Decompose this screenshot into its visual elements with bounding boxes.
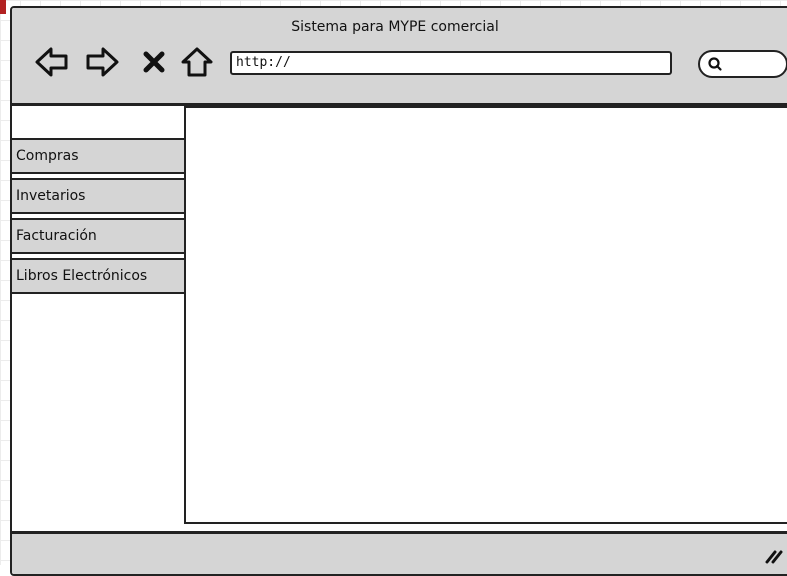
home-button[interactable] <box>180 45 214 79</box>
close-icon <box>143 51 165 73</box>
sidebar-item-compras[interactable]: Compras <box>12 138 184 174</box>
sidebar-item-libros-electronicos[interactable]: Libros Electrónicos <box>12 258 184 294</box>
stop-button[interactable] <box>142 45 166 79</box>
home-icon <box>181 47 213 77</box>
resize-grip-icon[interactable] <box>764 548 784 564</box>
url-field[interactable]: http:// <box>230 51 672 75</box>
window-title: Sistema para MYPE comercial <box>291 19 499 35</box>
main-content-area <box>184 106 787 524</box>
browser-window: Sistema para MYPE comercial http:// Comp… <box>10 6 787 576</box>
arrow-right-icon <box>86 47 119 77</box>
search-field[interactable] <box>698 50 787 78</box>
status-bar <box>12 531 787 574</box>
search-icon <box>708 57 722 71</box>
sidebar-item-inventarios[interactable]: Invetarios <box>12 178 184 214</box>
forward-button[interactable] <box>84 45 120 79</box>
corner-marker <box>0 0 6 14</box>
arrow-left-icon <box>35 47 68 77</box>
sidebar: Compras Invetarios Facturación Libros El… <box>12 106 184 526</box>
browser-toolbar: Sistema para MYPE comercial http:// <box>12 8 787 106</box>
sidebar-item-facturacion[interactable]: Facturación <box>12 218 184 254</box>
back-button[interactable] <box>34 45 70 79</box>
